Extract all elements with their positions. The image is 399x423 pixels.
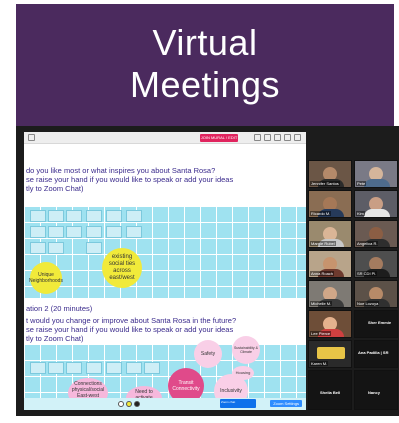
- sticky-note[interactable]: [86, 362, 102, 374]
- highlighter-tool-icon[interactable]: [126, 401, 132, 407]
- question1-line2: se raise your hand if you would like to …: [26, 175, 234, 184]
- participant-tile[interactable]: Karen M.: [308, 340, 352, 368]
- circle-sustainability[interactable]: Sustainability & Climate: [232, 336, 260, 364]
- sticky-note[interactable]: [86, 210, 102, 222]
- zoom-chat-chip[interactable]: Zoom chat: [220, 399, 256, 408]
- participant-name: Noe Lozoya: [356, 301, 380, 306]
- sticky-note[interactable]: [126, 362, 142, 374]
- timer-icon[interactable]: [264, 134, 271, 141]
- participant-name: SR CDI Pl.: [356, 271, 378, 276]
- sticky-note[interactable]: [48, 226, 64, 238]
- sticky-note[interactable]: [86, 242, 102, 254]
- sticky-note[interactable]: [106, 210, 122, 222]
- participant-tile[interactable]: Kim: [354, 190, 398, 218]
- question2-line2: se raise your hand if you would like to …: [26, 325, 234, 334]
- question1-line1: do you like most or what inspires you ab…: [26, 166, 216, 175]
- zoom-screenshot: JOIN MURAL / EDIT do you like most or wh…: [16, 126, 399, 416]
- participant-name: Ana Padilla | SR: [358, 350, 389, 355]
- sticky-note[interactable]: [66, 210, 82, 222]
- participant-name: Karen M.: [310, 361, 329, 366]
- search-icon[interactable]: [274, 134, 281, 141]
- zoom-settings-button[interactable]: Zoom Settings: [270, 400, 302, 407]
- participant-name: Sher Emmie: [368, 320, 392, 325]
- participant-name: Lee Pierce: [310, 331, 332, 336]
- participant-name: Margie Rubel: [310, 241, 336, 246]
- sticky-note[interactable]: [126, 210, 142, 222]
- title-banner: Virtual Meetings: [16, 4, 394, 126]
- sticky-note[interactable]: [66, 362, 82, 374]
- participant-name: Angelica R.: [356, 241, 379, 246]
- participant-name: Ricardo M.: [310, 211, 332, 216]
- whiteboard-canvas: do you like most or what inspires you ab…: [24, 146, 306, 410]
- participant-name: Anna Roach: [310, 271, 335, 276]
- participant-logo: [317, 347, 345, 359]
- participant-name: Nancy: [368, 390, 381, 395]
- ideas-grid-1: Unique Neighborhoods existing social tie…: [24, 206, 306, 298]
- participant-tile[interactable]: Sheila Bell: [308, 370, 352, 410]
- whiteboard-footer: Zoom chat Zoom Settings: [24, 398, 306, 410]
- circle-existing-social-ties[interactable]: existing social ties across east/west: [102, 248, 142, 288]
- participant-name: Pete: [356, 181, 367, 186]
- sticky-note[interactable]: [48, 242, 64, 254]
- participant-tile[interactable]: Lee Pierce: [308, 310, 352, 338]
- sticky-note[interactable]: [86, 226, 102, 238]
- participant-tile[interactable]: Ana Padilla | SR: [354, 340, 398, 368]
- shared-whiteboard[interactable]: JOIN MURAL / EDIT do you like most or wh…: [24, 132, 306, 410]
- sticky-note[interactable]: [66, 226, 82, 238]
- participant-tile[interactable]: Pete: [354, 160, 398, 188]
- marker-tool-icon[interactable]: [134, 401, 140, 407]
- circle-safety[interactable]: Safety: [194, 340, 222, 368]
- section2-heading: ation 2 (20 minutes): [26, 304, 93, 313]
- participant-tile[interactable]: Margie Rubel: [308, 220, 352, 248]
- participant-gallery: Jennifer Santos Pete Ricardo M. Kim Marg: [308, 160, 399, 416]
- participant-tile[interactable]: Jennifer Santos: [308, 160, 352, 188]
- participant-tile[interactable]: Michelle M.: [308, 280, 352, 308]
- sticky-note[interactable]: [106, 226, 122, 238]
- question2-line3: tly to Zoom Chat): [26, 334, 84, 343]
- sticky-note[interactable]: [48, 210, 64, 222]
- participant-tile[interactable]: Angelica R.: [354, 220, 398, 248]
- pen-tool-icon[interactable]: [118, 401, 124, 407]
- menu-icon[interactable]: [28, 134, 35, 141]
- sticky-note[interactable]: [144, 362, 160, 374]
- image-frame: Virtual Meetings JOIN MURAL / EDIT do yo…: [0, 0, 399, 423]
- participant-body: [364, 179, 390, 187]
- participant-tile[interactable]: Noe Lozoya: [354, 280, 398, 308]
- sticky-note[interactable]: [48, 362, 64, 374]
- comment-icon[interactable]: [254, 134, 261, 141]
- title-line-2: Meetings: [129, 64, 281, 105]
- title-line-1: Virtual: [152, 22, 258, 63]
- sticky-note[interactable]: [126, 226, 142, 238]
- zoom-fit-icon[interactable]: [284, 134, 291, 141]
- sticky-note[interactable]: [30, 210, 46, 222]
- sticky-note[interactable]: [106, 362, 122, 374]
- participant-name: Michelle M.: [310, 301, 333, 306]
- sticky-note[interactable]: [30, 362, 46, 374]
- circle-unique-neighborhoods[interactable]: Unique Neighborhoods: [29, 262, 63, 294]
- participant-body: [364, 209, 390, 217]
- participant-tile[interactable]: Nancy: [354, 370, 398, 410]
- sticky-note[interactable]: [30, 226, 46, 238]
- participant-tile[interactable]: Anna Roach: [308, 250, 352, 278]
- sticky-note[interactable]: [30, 242, 46, 254]
- settings-icon[interactable]: [294, 134, 301, 141]
- join-mural-button[interactable]: JOIN MURAL / EDIT: [200, 134, 238, 142]
- participant-tile[interactable]: SR CDI Pl.: [354, 250, 398, 278]
- whiteboard-toolbar: JOIN MURAL / EDIT: [24, 132, 306, 144]
- participant-name: Sheila Bell: [320, 390, 341, 395]
- participant-name: Jennifer Santos: [310, 181, 340, 186]
- participant-tile[interactable]: Ricardo M.: [308, 190, 352, 218]
- question2-line1: t would you change or improve about Sant…: [26, 316, 237, 325]
- participant-tile[interactable]: Sher Emmie: [354, 310, 398, 338]
- participant-name: Kim: [356, 211, 365, 216]
- question1-line3: tly to Zoom Chat): [26, 184, 84, 193]
